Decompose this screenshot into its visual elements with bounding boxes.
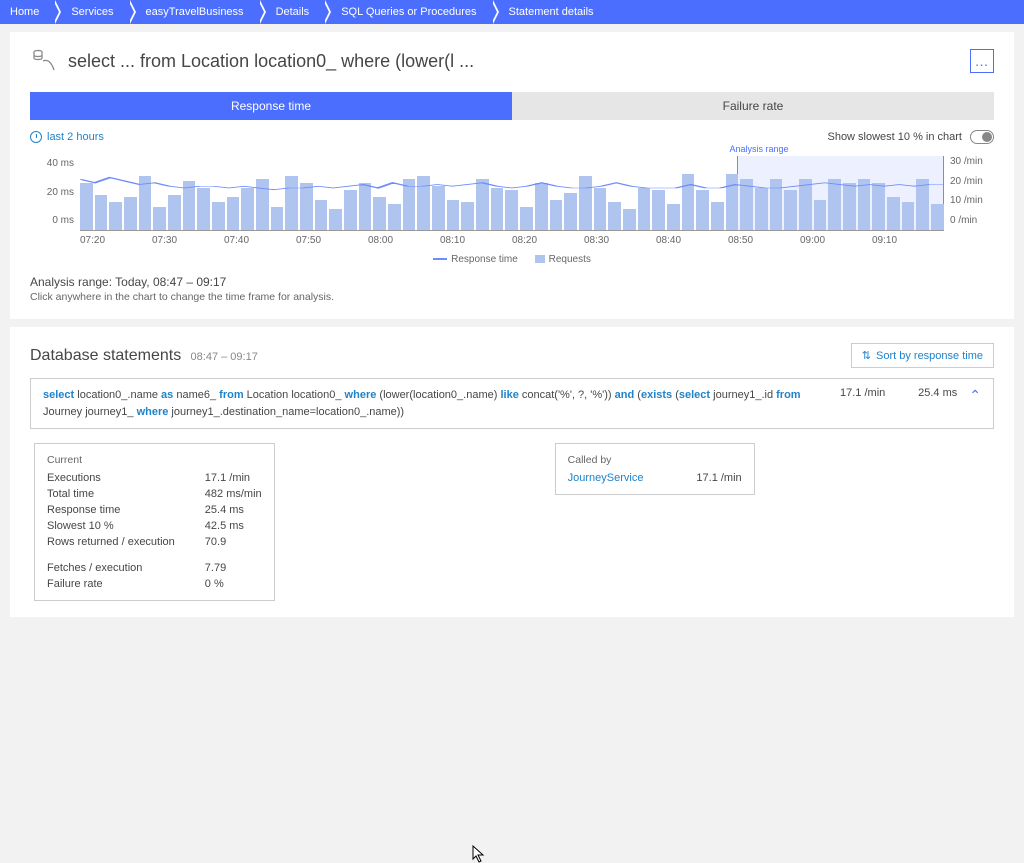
called-by-head: Called by xyxy=(568,454,742,466)
legend-bar-swatch xyxy=(535,255,545,263)
chart[interactable]: 40 ms 20 ms 0 ms Analysis range 30 /min … xyxy=(30,156,994,231)
sort-button[interactable]: ⇅ Sort by response time xyxy=(851,343,994,368)
called-by-rate: 17.1 /min xyxy=(696,472,741,484)
time-range-label: last 2 hours xyxy=(47,131,104,143)
slowest-label: Show slowest 10 % in chart xyxy=(827,131,962,143)
main-panel: select ... from Location location0_ wher… xyxy=(10,32,1014,319)
clock-icon xyxy=(30,131,42,143)
crumb-statement-details[interactable]: Statement details xyxy=(491,0,608,24)
called-by-box: Called by JourneyService 17.1 /min xyxy=(555,443,755,495)
db-section-title: Database statements xyxy=(30,347,181,364)
slowest-toggle[interactable] xyxy=(970,130,994,144)
stmt-rate: 17.1 /min xyxy=(825,387,885,399)
chevron-up-icon: ⌃ xyxy=(969,387,981,404)
analysis-range-label: Analysis range xyxy=(729,144,788,154)
statement-row[interactable]: select location0_.name as name6_ from Lo… xyxy=(30,378,994,429)
sql-text: select location0_.name as name6_ from Lo… xyxy=(43,387,813,420)
cursor-icon xyxy=(472,845,486,863)
db-statements-panel: Database statements 08:47 – 09:17 ⇅ Sort… xyxy=(10,327,1014,617)
more-menu-button[interactable]: … xyxy=(970,49,994,73)
current-metrics-box: Current Executions17.1 /minTotal time482… xyxy=(34,443,275,601)
page-title: select ... from Location location0_ wher… xyxy=(68,51,958,72)
crumb-services[interactable]: Services xyxy=(53,0,127,24)
y-axis-left: 40 ms 20 ms 0 ms xyxy=(30,156,80,226)
response-time-line xyxy=(80,160,944,230)
tab-response-time[interactable]: Response time xyxy=(30,92,512,120)
current-head: Current xyxy=(47,454,262,466)
slowest-toggle-row: Show slowest 10 % in chart xyxy=(827,130,994,144)
analysis-range-text: Analysis range: Today, 08:47 – 09:17 xyxy=(30,275,994,289)
sort-icon: ⇅ xyxy=(862,349,871,362)
breadcrumb: Home Services easyTravelBusiness Details… xyxy=(0,0,1024,24)
db-section-range: 08:47 – 09:17 xyxy=(191,351,258,363)
time-range-selector[interactable]: last 2 hours xyxy=(30,131,104,143)
chart-legend: Response time Requests xyxy=(30,254,994,265)
stmt-time: 25.4 ms xyxy=(897,387,957,399)
tab-bar: Response time Failure rate xyxy=(30,92,994,120)
legend-line-swatch xyxy=(433,258,447,260)
crumb-details[interactable]: Details xyxy=(258,0,324,24)
x-axis-ticks: 07:2007:3007:4007:5008:0008:1008:2008:30… xyxy=(80,235,944,246)
crumb-easytravel[interactable]: easyTravelBusiness xyxy=(128,0,258,24)
analysis-hint: Click anywhere in the chart to change th… xyxy=(30,291,994,303)
called-by-service-link[interactable]: JourneyService xyxy=(568,472,644,484)
y-axis-right: 30 /min 20 /min 10 /min 0 /min xyxy=(944,156,994,226)
database-query-icon xyxy=(30,48,56,74)
crumb-home[interactable]: Home xyxy=(0,0,53,24)
crumb-sql[interactable]: SQL Queries or Procedures xyxy=(323,0,490,24)
tab-failure-rate[interactable]: Failure rate xyxy=(512,92,994,120)
